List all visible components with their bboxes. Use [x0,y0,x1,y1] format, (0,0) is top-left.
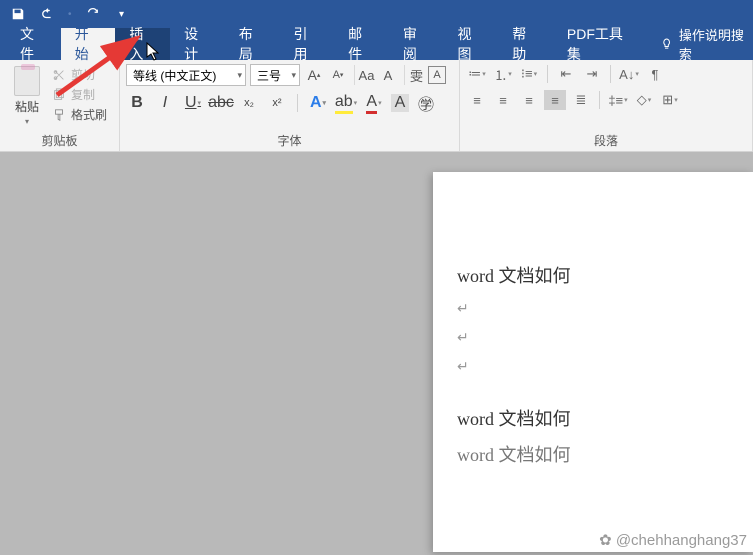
format-painter-button[interactable]: 格式刷 [52,106,107,123]
quick-access-toolbar: • ▾ [0,0,753,28]
italic-button[interactable]: I [154,92,176,114]
group-font-label: 字体 [126,130,453,149]
align-left-button[interactable]: ≡ [466,90,488,110]
document-page[interactable]: word 文档如何 ↵ ↵ ↵ word 文档如何 word 文档如何 [433,172,753,552]
ribbon-tabs: 文件 开始 插入 设计 布局 引用 邮件 审阅 视图 帮助 PDF工具集 操作说… [0,28,753,60]
font-size-select[interactable]: 三号 [250,64,300,86]
copy-icon [52,88,66,102]
strike-button[interactable]: abc [210,92,232,114]
copy-button[interactable]: 复制 [52,86,107,103]
grow-font-button[interactable]: A▴ [304,65,324,85]
lightbulb-icon [660,37,673,51]
brush-icon [52,108,66,122]
separator [610,65,611,83]
tab-pdf[interactable]: PDF工具集 [553,28,648,60]
qat-customize-icon[interactable]: ▾ [112,4,132,24]
group-clipboard-label: 剪贴板 [6,130,113,149]
indent-right-button[interactable]: ⇥ [581,64,603,84]
paste-label: 粘贴 [15,98,39,115]
line-spacing-button[interactable]: ‡≡ [607,90,629,110]
justify-button[interactable]: ≡ [544,90,566,110]
group-paragraph: ≔ ⒈ ⁝≡ ⇤ ⇥ A↓ ¶ ≡ ≡ ≡ ≡ ≣ ‡≡ ◇ ⊞ 段落 [460,60,753,151]
copy-label: 复制 [71,86,95,103]
clear-format-button[interactable]: A [378,65,398,85]
tab-references[interactable]: 引用 [279,28,334,60]
bullets-button[interactable]: ≔ [466,64,488,84]
document-line: word 文档如何 [457,441,753,467]
separator [297,94,298,112]
show-marks-button[interactable]: ¶ [644,64,666,84]
group-font: 等线 (中文正文) 三号 A▴ A▾ Aa A 雯 A B I U abc x₂… [120,60,460,151]
save-icon[interactable] [8,4,28,24]
document-area[interactable]: word 文档如何 ↵ ↵ ↵ word 文档如何 word 文档如何 [0,152,753,555]
format-painter-label: 格式刷 [71,106,107,123]
document-line: word 文档如何 [457,405,753,431]
shrink-font-button[interactable]: A▾ [328,65,348,85]
distribute-button[interactable]: ≣ [570,90,592,110]
char-shading-button[interactable]: A [391,94,409,112]
tab-help[interactable]: 帮助 [498,28,553,60]
paragraph-mark: ↵ [457,358,753,375]
font-name-select[interactable]: 等线 (中文正文) [126,64,246,86]
sort-button[interactable]: A↓ [618,64,640,84]
paragraph-mark: ↵ [457,329,753,346]
scissors-icon [52,68,66,82]
separator [599,91,600,109]
tab-file[interactable]: 文件 [6,28,61,60]
enclosed-char-button[interactable]: ㊫ [415,92,437,114]
group-paragraph-label: 段落 [466,130,746,149]
separator: • [68,9,72,20]
borders-button[interactable]: ⊞ [659,90,681,110]
redo-icon[interactable] [82,4,102,24]
tell-me-label: 操作说明搜索 [679,25,753,63]
separator [547,65,548,83]
multilevel-button[interactable]: ⁝≡ [518,64,540,84]
text-effects-button[interactable]: A [307,92,329,114]
undo-icon[interactable] [38,4,58,24]
tab-home[interactable]: 开始 [61,28,116,60]
numbering-button[interactable]: ⒈ [492,64,514,84]
paragraph-mark: ↵ [457,300,753,317]
change-case-button[interactable]: Aa [354,65,374,85]
highlight-button[interactable]: ab [335,92,357,114]
underline-button[interactable]: U [182,92,204,114]
group-clipboard: 粘贴 ▾ 剪切 复制 格式刷 剪贴板 [0,60,120,151]
tab-insert[interactable]: 插入 [115,28,170,60]
bold-button[interactable]: B [126,92,148,114]
paste-dropdown-icon[interactable]: ▾ [25,117,29,126]
ribbon: 粘贴 ▾ 剪切 复制 格式刷 剪贴板 等线 (中 [0,60,753,152]
subscript-button[interactable]: x₂ [238,92,260,114]
document-line: word 文档如何 [457,262,753,288]
paste-icon [14,66,40,96]
tell-me-search[interactable]: 操作说明搜索 [648,28,753,60]
font-color-button[interactable]: A [363,92,385,114]
char-border-button[interactable]: A [428,66,446,84]
superscript-button[interactable]: x² [266,92,288,114]
watermark: ✿ @chehhanghang37 [599,531,747,549]
paste-button[interactable]: 粘贴 ▾ [6,64,48,126]
tab-layout[interactable]: 布局 [225,28,280,60]
tab-view[interactable]: 视图 [444,28,499,60]
cut-label: 剪切 [71,66,95,83]
align-right-button[interactable]: ≡ [518,90,540,110]
tab-design[interactable]: 设计 [170,28,225,60]
tab-review[interactable]: 审阅 [389,28,444,60]
indent-left-button[interactable]: ⇤ [555,64,577,84]
align-center-button[interactable]: ≡ [492,90,514,110]
tab-mail[interactable]: 邮件 [334,28,389,60]
shading-button[interactable]: ◇ [633,90,655,110]
phonetic-guide-button[interactable]: 雯 [404,65,424,85]
cut-button[interactable]: 剪切 [52,66,107,83]
